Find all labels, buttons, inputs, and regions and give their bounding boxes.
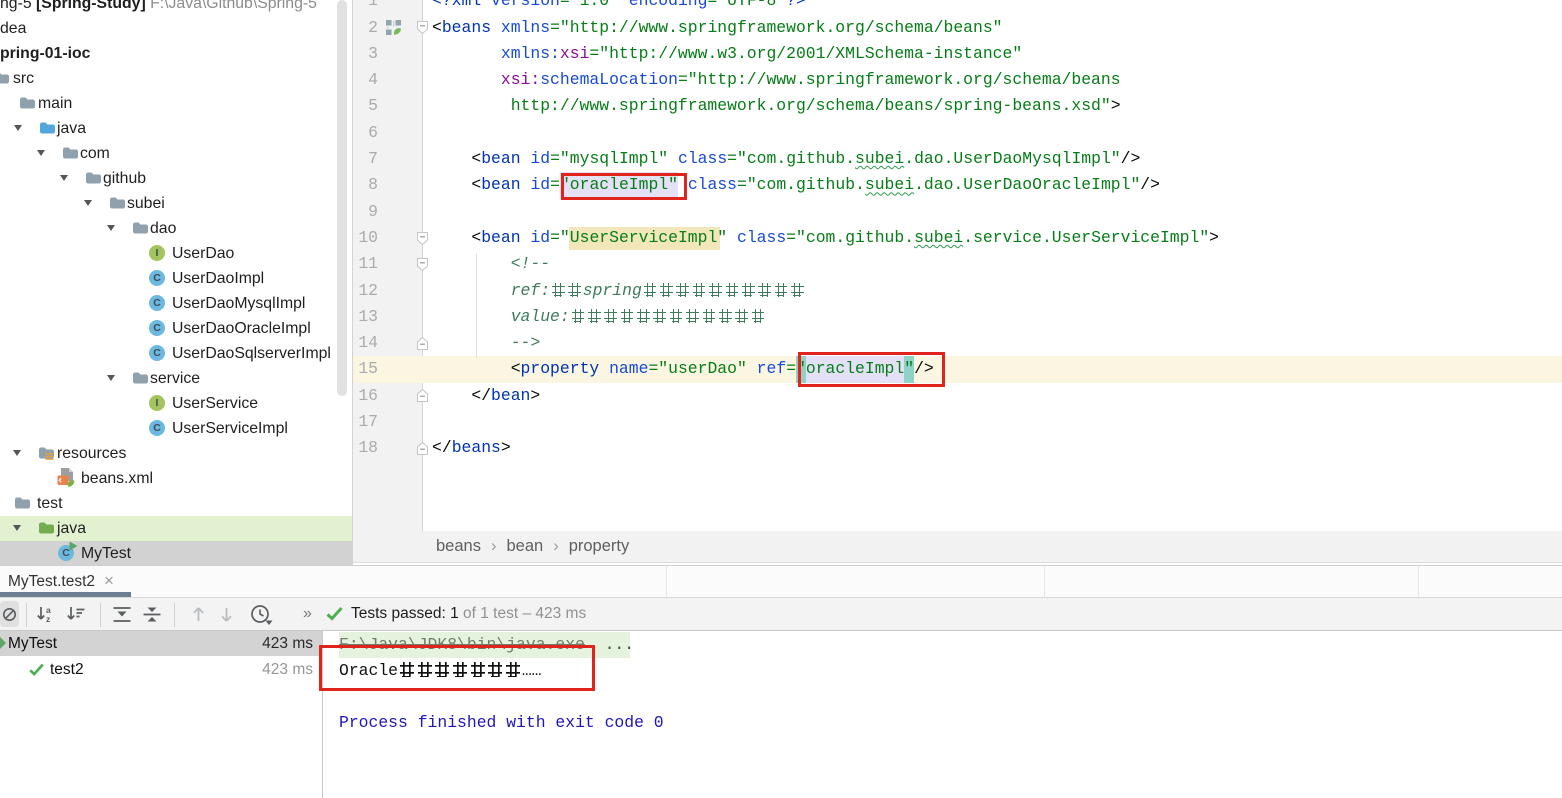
svg-text:z: z xyxy=(46,614,50,623)
